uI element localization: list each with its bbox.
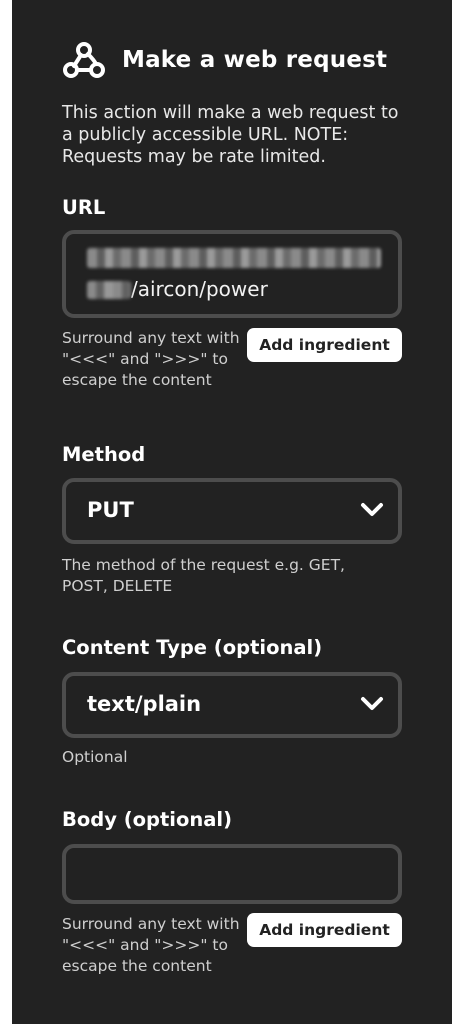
action-header: Make a web request xyxy=(62,40,387,80)
url-label: URL xyxy=(62,196,106,219)
chevron-down-icon xyxy=(360,502,384,522)
action-description: This action will make a web request to a… xyxy=(62,103,399,167)
redacted-text xyxy=(87,248,381,268)
body-label: Body (optional) xyxy=(62,808,233,831)
url-add-ingredient-button[interactable]: Add ingredient xyxy=(247,328,402,362)
url-input[interactable]: /aircon/power xyxy=(62,230,402,318)
url-help-text: Surround any text with "<<<" and ">>>" t… xyxy=(62,329,240,389)
content-type-help-text: Optional xyxy=(62,748,128,766)
webhook-icon xyxy=(62,40,106,80)
method-select[interactable]: PUT xyxy=(62,478,402,544)
content-type-label: Content Type (optional) xyxy=(62,636,323,659)
body-add-ingredient-button[interactable]: Add ingredient xyxy=(247,913,402,947)
body-help-text: Surround any text with "<<<" and ">>>" t… xyxy=(62,915,240,975)
action-panel: Make a web request This action will make… xyxy=(12,0,452,1024)
content-type-selected-value: text/plain xyxy=(87,692,202,716)
redacted-text xyxy=(87,281,131,299)
url-path: /aircon/power xyxy=(131,277,268,301)
url-value: /aircon/power xyxy=(87,244,387,303)
method-label: Method xyxy=(62,443,146,466)
page-title: Make a web request xyxy=(122,47,388,73)
content-type-select[interactable]: text/plain xyxy=(62,672,402,738)
chevron-down-icon xyxy=(360,696,384,716)
body-input[interactable] xyxy=(62,844,402,904)
method-selected-value: PUT xyxy=(87,498,134,522)
method-help-text: The method of the request e.g. GET, POST… xyxy=(62,556,345,595)
